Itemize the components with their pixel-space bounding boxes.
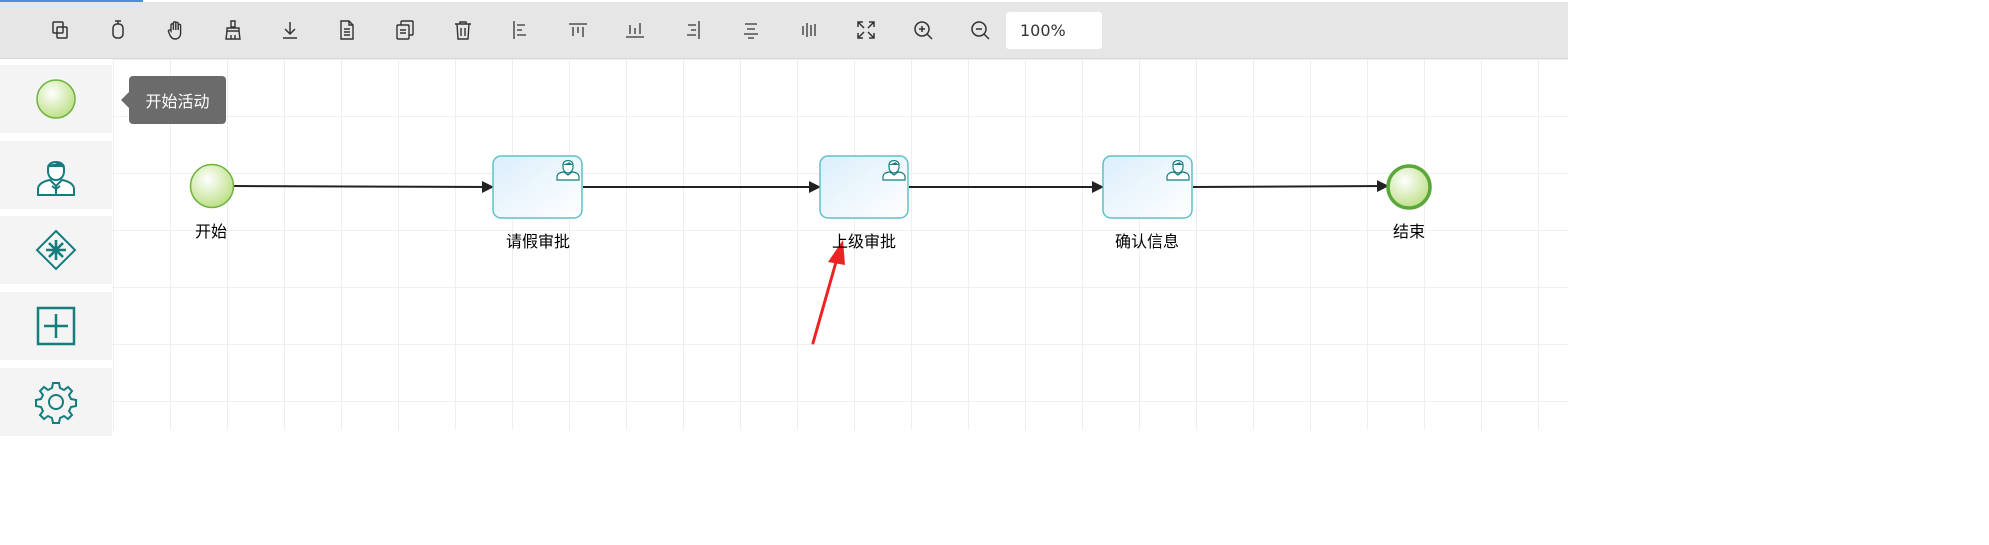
- task1-label: 请假审批: [505, 232, 570, 251]
- bpmn-diagram: [189, 155, 1432, 345]
- user-task-3[interactable]: [1102, 155, 1193, 219]
- start-event-label: 开始: [194, 222, 227, 241]
- annotation-arrow: [811, 240, 845, 345]
- user-task-1[interactable]: [492, 155, 583, 219]
- start-event[interactable]: [189, 163, 235, 209]
- user-task-2[interactable]: [819, 155, 909, 219]
- sequence-flow[interactable]: [233, 180, 494, 193]
- end-event[interactable]: [1386, 164, 1432, 210]
- task2-label: 上级审批: [831, 232, 896, 251]
- palette-tooltip: 开始活动: [121, 76, 226, 124]
- end-event-label: 结束: [1392, 222, 1425, 241]
- sequence-flow[interactable]: [1192, 180, 1389, 193]
- task3-label: 确认信息: [1114, 232, 1179, 251]
